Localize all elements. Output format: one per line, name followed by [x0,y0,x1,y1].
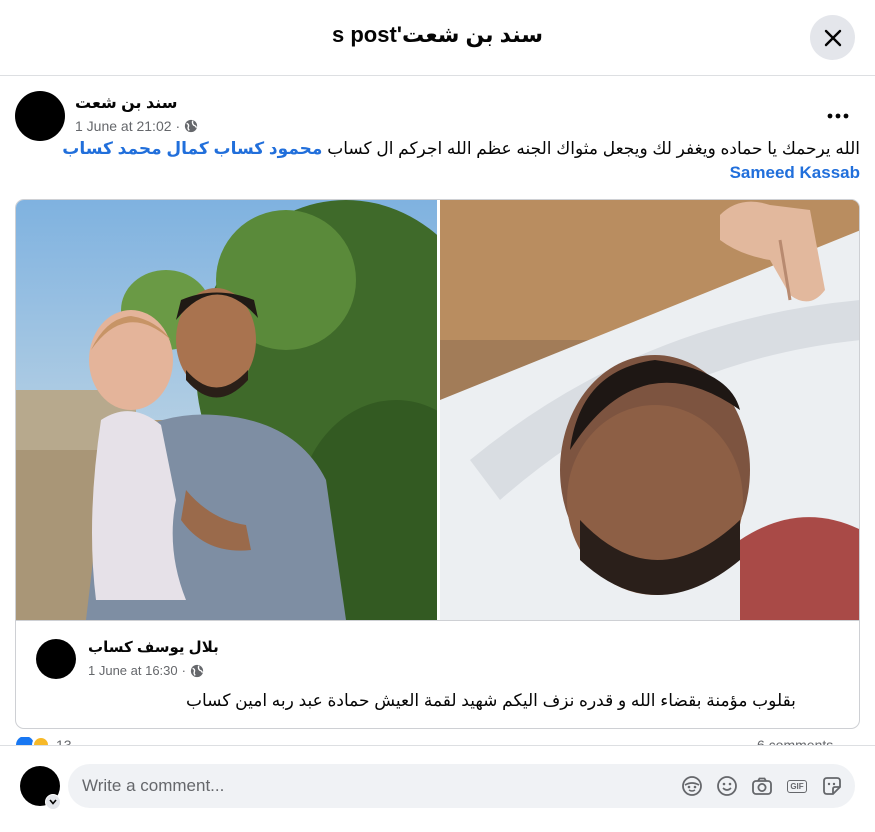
shared-post-timestamp[interactable]: 1 June at 16:30 [88,663,178,678]
tag-link-1[interactable]: محمود كساب كمال محمد كساب [62,139,322,158]
shared-photo-man-holding-child[interactable] [16,200,437,620]
post: سند بن شعت 1 June at 21:02 · الله يرحمك … [0,77,875,745]
author-avatar[interactable] [15,91,65,141]
chevron-down-icon [49,799,57,805]
shared-author-avatar[interactable] [36,639,76,679]
shared-post-text: بقلوب مؤمنة بقضاء الله و قدره نزف اليكم … [186,691,796,710]
sticker-icon [823,777,841,795]
more-options-icon [827,113,849,119]
comment-box: GIF [68,764,855,808]
post-text-main: الله يرحمك يا حماده ويغفر لك ويجعل مثواك… [327,139,860,158]
shared-photo-shrouded-man[interactable] [440,200,859,620]
shared-post[interactable]: بلال يوسف كساب 1 June at 16:30 · بقلوب م… [15,199,860,729]
shared-post-meta: 1 June at 16:30 · [88,663,204,678]
shared-post-footer: بلال يوسف كساب 1 June at 16:30 · بقلوب م… [16,620,859,728]
post-timestamp[interactable]: 1 June at 21:02 [75,118,172,134]
comment-input[interactable] [82,764,672,808]
account-switcher-button[interactable] [45,794,61,810]
post-text: الله يرحمك يا حماده ويغفر لك ويجعل مثواك… [15,137,860,185]
author-name[interactable]: سند بن شعت [75,93,178,113]
close-icon [824,29,841,46]
avatar-sticker-button[interactable] [681,775,703,797]
shared-author-name[interactable]: بلال يوسف كساب [88,638,219,656]
emoji-button[interactable] [716,775,738,797]
globe-icon[interactable] [184,119,198,133]
comment-composer: GIF [0,746,875,832]
globe-icon[interactable] [190,664,204,678]
photo-button[interactable] [751,775,773,797]
avatar-sticker-icon [682,776,702,796]
meta-separator: · [175,118,181,134]
shared-meta-separator: · [181,663,186,678]
tag-link-2[interactable]: Sameed Kassab [730,163,860,182]
close-button[interactable] [810,15,855,60]
more-options-button[interactable] [820,101,856,131]
emoji-icon [717,776,737,796]
gif-button[interactable]: GIF [786,775,808,797]
camera-icon [752,777,772,795]
dialog-header: s post'سند بن شعت [0,0,875,76]
sticker-button[interactable] [821,775,843,797]
dialog-title: s post'سند بن شعت [332,22,543,47]
post-meta: 1 June at 21:02 · [75,118,198,134]
gif-icon: GIF [787,779,807,793]
